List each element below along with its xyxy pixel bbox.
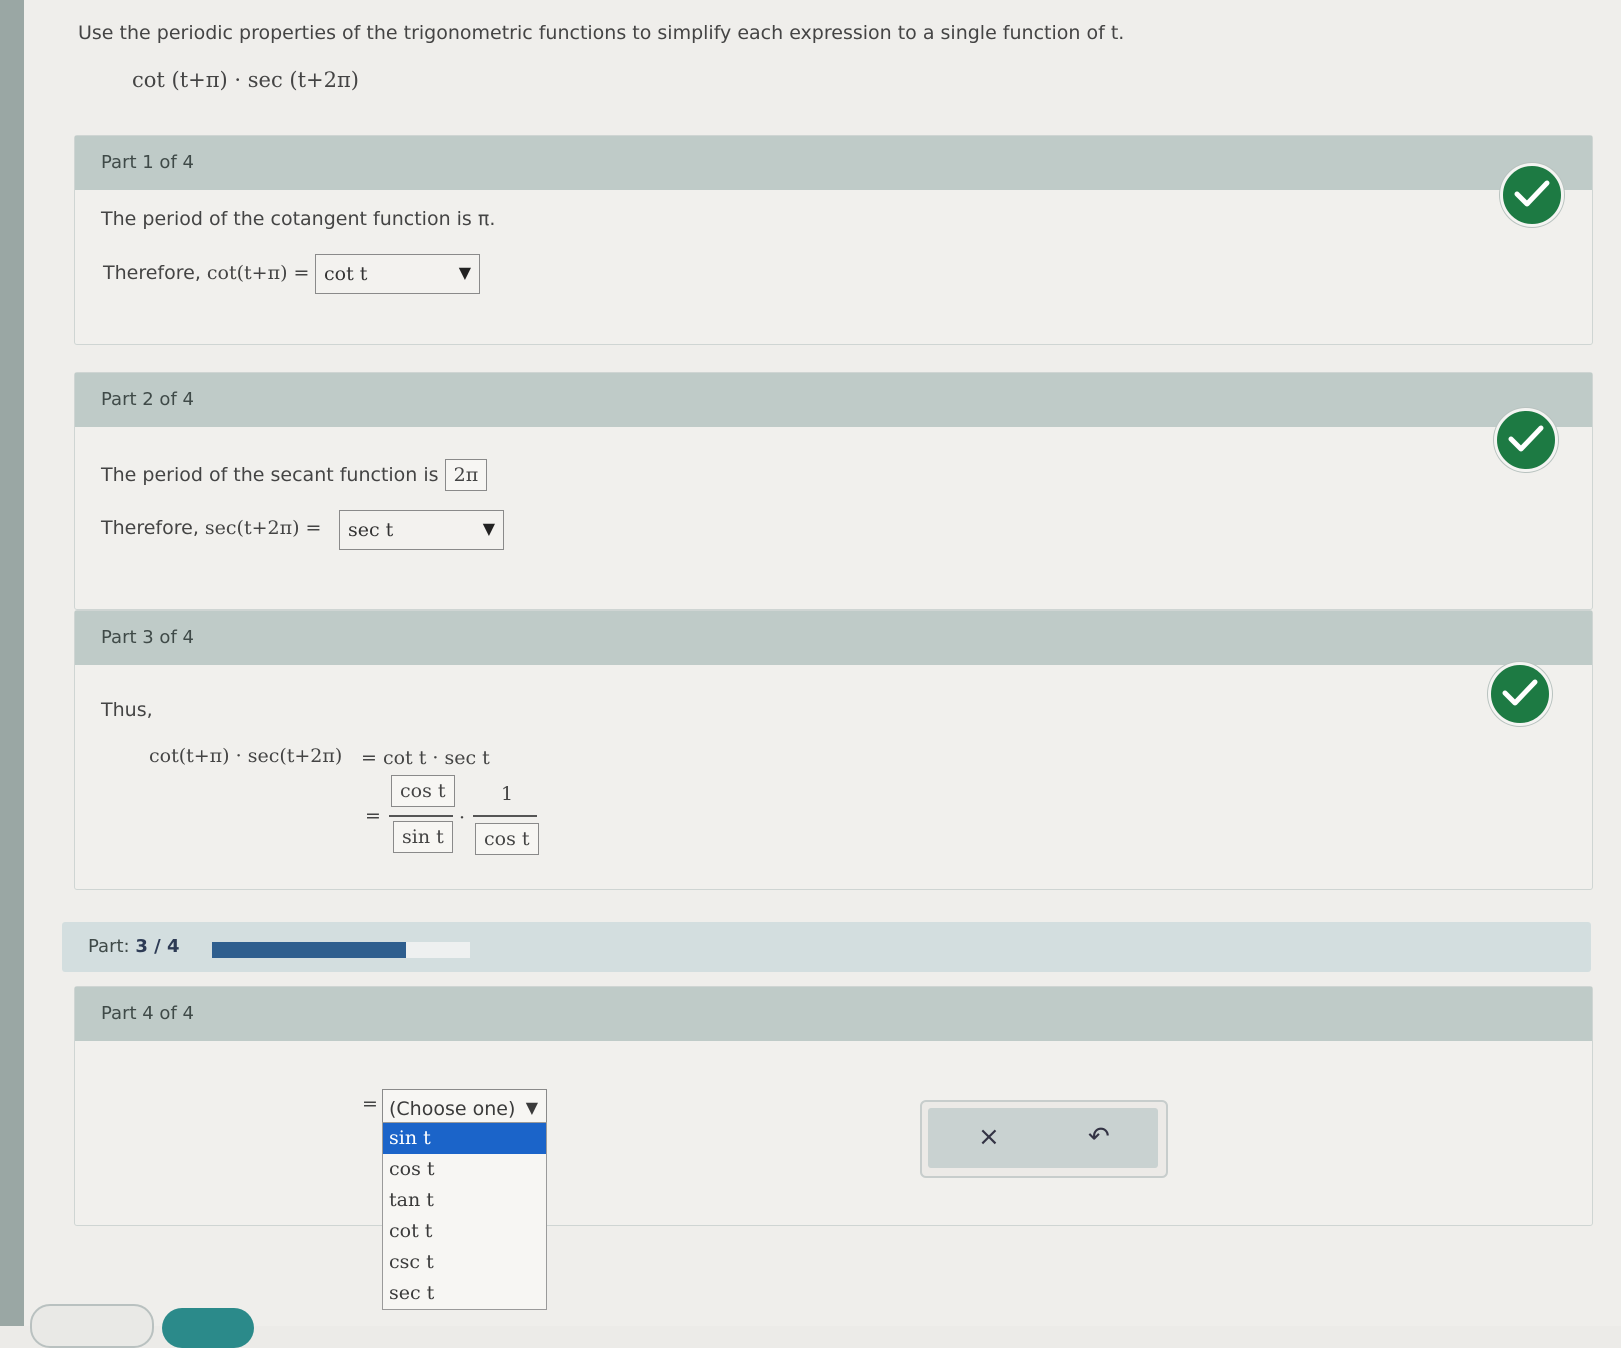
part-2-statement-text: The period of the secant function is xyxy=(101,464,439,486)
part-4-header: Part 4 of 4 xyxy=(75,987,1592,1041)
part-2-statement: The period of the secant function is 2π xyxy=(101,459,488,491)
fraction-2-denominator: cos t xyxy=(475,823,539,855)
part-1-statement: The period of the cotangent function is … xyxy=(101,208,496,230)
select-placeholder: (Choose one) xyxy=(389,1098,516,1120)
part-2-selected-value: sec t xyxy=(348,519,394,541)
option-cot[interactable]: cot t xyxy=(383,1216,546,1247)
part-3-header: Part 3 of 4 xyxy=(75,611,1592,665)
bottom-button-filled[interactable] xyxy=(162,1308,254,1348)
option-csc[interactable]: csc t xyxy=(383,1247,546,1278)
progress-bar xyxy=(212,942,470,958)
therefore-label: Therefore, xyxy=(101,517,199,539)
fraction-2-numerator: 1 xyxy=(501,783,514,805)
part-1-therefore: Therefore, cot(t+π) = xyxy=(103,262,309,284)
triangle-down-icon: ▼ xyxy=(458,263,471,282)
equals-sign: = xyxy=(362,1093,378,1115)
fraction-2-bar xyxy=(473,815,537,817)
part-3-title: Part 3 of 4 xyxy=(101,627,194,648)
part-4-title: Part 4 of 4 xyxy=(101,1003,194,1024)
progress-bar-fill xyxy=(212,942,406,958)
part-2-title: Part 2 of 4 xyxy=(101,389,194,410)
undo-icon[interactable]: ↶ xyxy=(1088,1122,1110,1152)
fraction-1-numerator: cos t xyxy=(391,775,455,807)
denominator-answer-box[interactable]: sin t xyxy=(393,821,453,853)
option-tan[interactable]: tan t xyxy=(383,1185,546,1216)
numerator-answer-box[interactable]: cos t xyxy=(391,775,455,807)
answer-actions: × ↶ xyxy=(920,1100,1168,1178)
main-expression: cot (t+π) · sec (t+2π) xyxy=(132,68,359,92)
part-3-lhs: cot(t+π) · sec(t+2π) xyxy=(149,745,343,767)
part-3-lead: Thus, xyxy=(101,699,153,721)
part-1-lhs: cot(t+π) = xyxy=(206,262,310,284)
part-2: Part 2 of 4 The period of the secant fun… xyxy=(74,372,1593,610)
part-1-header: Part 1 of 4 xyxy=(75,136,1592,190)
option-sec[interactable]: sec t xyxy=(383,1278,546,1309)
triangle-down-icon: ▼ xyxy=(482,519,495,538)
action-buttons-bg: × ↶ xyxy=(928,1108,1158,1168)
progress-label: Part: 3 / 4 xyxy=(88,936,180,957)
check-icon xyxy=(1494,408,1558,472)
part-1: Part 1 of 4 The period of the cotangent … xyxy=(74,135,1593,345)
part-2-therefore: Therefore, sec(t+2π) = xyxy=(101,517,321,539)
denominator-answer-box[interactable]: cos t xyxy=(475,823,539,855)
option-cos[interactable]: cos t xyxy=(383,1154,546,1185)
multiply-dot: · xyxy=(459,807,466,829)
part-2-answer-select[interactable]: sec t ▼ xyxy=(339,510,504,550)
check-icon xyxy=(1500,163,1564,227)
check-icon xyxy=(1488,662,1552,726)
equals-sign: = xyxy=(365,805,381,827)
therefore-label: Therefore, xyxy=(103,262,201,284)
part-2-period-answer[interactable]: 2π xyxy=(444,459,488,491)
instructions: Use the periodic properties of the trigo… xyxy=(78,22,1125,44)
triangle-down-icon: ▼ xyxy=(525,1098,538,1117)
part-1-title: Part 1 of 4 xyxy=(101,152,194,173)
left-edge-strip xyxy=(0,0,24,1326)
option-sin[interactable]: sin t xyxy=(383,1123,546,1154)
part-2-header: Part 2 of 4 xyxy=(75,373,1592,427)
bottom-button-outline[interactable] xyxy=(30,1304,154,1348)
progress-value: 3 / 4 xyxy=(135,936,180,957)
dropdown-options-list: sin t cos t tan t cot t csc t sec t xyxy=(382,1122,547,1310)
part-1-selected-value: cot t xyxy=(324,263,368,285)
part-3: Part 3 of 4 Thus, cot(t+π) · sec(t+2π) =… xyxy=(74,610,1593,890)
fraction-1-denominator: sin t xyxy=(393,821,453,853)
part-1-answer-select[interactable]: cot t ▼ xyxy=(315,254,480,294)
part-2-lhs: sec(t+2π) = xyxy=(204,517,322,539)
close-icon[interactable]: × xyxy=(978,1122,1000,1152)
fraction-1-bar xyxy=(389,815,453,817)
progress-strip: Part: 3 / 4 xyxy=(62,922,1591,972)
part-3-rhs: = cot t · sec t xyxy=(361,747,490,769)
part-4: Part 4 of 4 xyxy=(74,986,1593,1226)
